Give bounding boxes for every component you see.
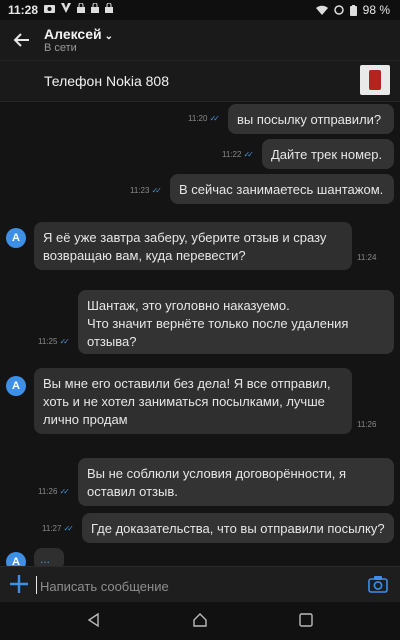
text-cursor	[36, 576, 37, 594]
message-time: 11:27	[42, 524, 62, 533]
nav-back-icon[interactable]	[86, 612, 102, 628]
message-bubble[interactable]: Я её уже завтра заберу, уберите отзыв и …	[34, 222, 352, 270]
typing-indicator: ...	[40, 552, 51, 566]
message-line: оставил отзыв.	[87, 484, 178, 499]
v-notification-icon	[61, 3, 71, 13]
message-line: хоть и не хотел заниматься посылками, лу…	[43, 394, 325, 409]
message-line: Шантаж, это уголовно наказуемо.	[87, 298, 290, 313]
message-time: 11:23	[130, 186, 150, 195]
chevron-down-icon: ⌄	[104, 31, 113, 42]
listing-bar[interactable]: Телефон Nokia 808	[0, 60, 400, 102]
message-line: Вы не соблюли условия договорённости, я	[87, 466, 347, 481]
contact-status: В сети	[44, 42, 77, 54]
listing-title: Телефон Nokia 808	[44, 73, 170, 89]
message-bubble[interactable]: Где доказательства, что вы отправили пос…	[82, 513, 394, 543]
lock-icon-3	[105, 3, 113, 13]
message-text: Дайте трек номер.	[271, 147, 383, 162]
contact-avatar[interactable]: A	[6, 376, 26, 396]
message-list[interactable]: 11:20 ✓✓ вы посылку отправили? 11:22 ✓✓ Да…	[0, 100, 400, 572]
message-line: Вы мне его оставили без дела! Я все отпр…	[43, 376, 331, 391]
lock-icon-2	[91, 3, 99, 13]
status-bar: 11:28 98 %	[0, 0, 400, 20]
system-nav-bar	[0, 602, 400, 640]
message-text: вы посылку отправили?	[237, 112, 382, 127]
message-line: Я её уже завтра заберу, уберите отзыв и …	[43, 230, 327, 245]
lock-icon	[77, 3, 85, 13]
read-checkmarks-icon: ✓✓	[59, 337, 70, 346]
nav-recents-icon[interactable]	[298, 612, 314, 628]
camera-icon[interactable]	[368, 575, 388, 593]
nav-home-icon[interactable]	[192, 612, 208, 628]
read-checkmarks-icon: ✓✓	[243, 150, 254, 159]
status-time: 11:28	[8, 3, 39, 17]
wifi-icon	[315, 5, 328, 15]
message-time: 11:24	[357, 253, 377, 262]
message-bubble[interactable]: Вы не соблюли условия договорённости, я …	[78, 458, 394, 506]
camera-notification-icon	[44, 3, 55, 13]
message-line: возвращаю вам, куда перевести?	[43, 248, 246, 263]
contact-avatar[interactable]: A	[6, 228, 26, 248]
read-checkmarks-icon: ✓✓	[59, 487, 70, 496]
read-checkmarks-icon: ✓✓	[209, 114, 220, 123]
message-bubble[interactable]: Шантаж, это уголовно наказуемо. Что знач…	[78, 290, 394, 354]
message-time: 11:26	[357, 420, 377, 429]
message-line: лично продам	[43, 412, 128, 427]
battery-icon	[349, 4, 357, 16]
message-composer	[0, 566, 400, 603]
message-text: Где доказательства, что вы отправили пос…	[91, 521, 385, 536]
message-line: Что значит вернёте только после удаления	[87, 316, 349, 331]
message-input[interactable]	[38, 573, 342, 599]
message-text: В сейчас занимаетесь шантажом.	[179, 182, 384, 197]
chat-header: Алексей ⌄ В сети	[0, 20, 400, 60]
attach-plus-icon[interactable]	[8, 573, 30, 595]
message-bubble[interactable]: Дайте трек номер.	[262, 139, 394, 169]
message-time: 11:25	[38, 337, 58, 346]
message-line: отзыва?	[87, 334, 137, 349]
contact-name-dropdown[interactable]: Алексей ⌄	[44, 26, 113, 42]
message-bubble[interactable]: В сейчас занимаетесь шантажом.	[170, 174, 394, 204]
listing-thumbnail[interactable]	[360, 65, 390, 95]
sync-icon	[333, 5, 344, 15]
message-time: 11:26	[38, 487, 58, 496]
message-bubble[interactable]: вы посылку отправили?	[228, 104, 394, 134]
message-time: 11:22	[222, 150, 242, 159]
message-bubble[interactable]: Вы мне его оставили без дела! Я все отпр…	[34, 368, 352, 434]
back-arrow-icon[interactable]	[12, 30, 32, 50]
contact-name: Алексей	[44, 26, 102, 42]
message-time: 11:20	[188, 114, 208, 123]
read-checkmarks-icon: ✓✓	[151, 186, 162, 195]
battery-level: 98 %	[362, 3, 390, 17]
read-checkmarks-icon: ✓✓	[63, 524, 74, 533]
